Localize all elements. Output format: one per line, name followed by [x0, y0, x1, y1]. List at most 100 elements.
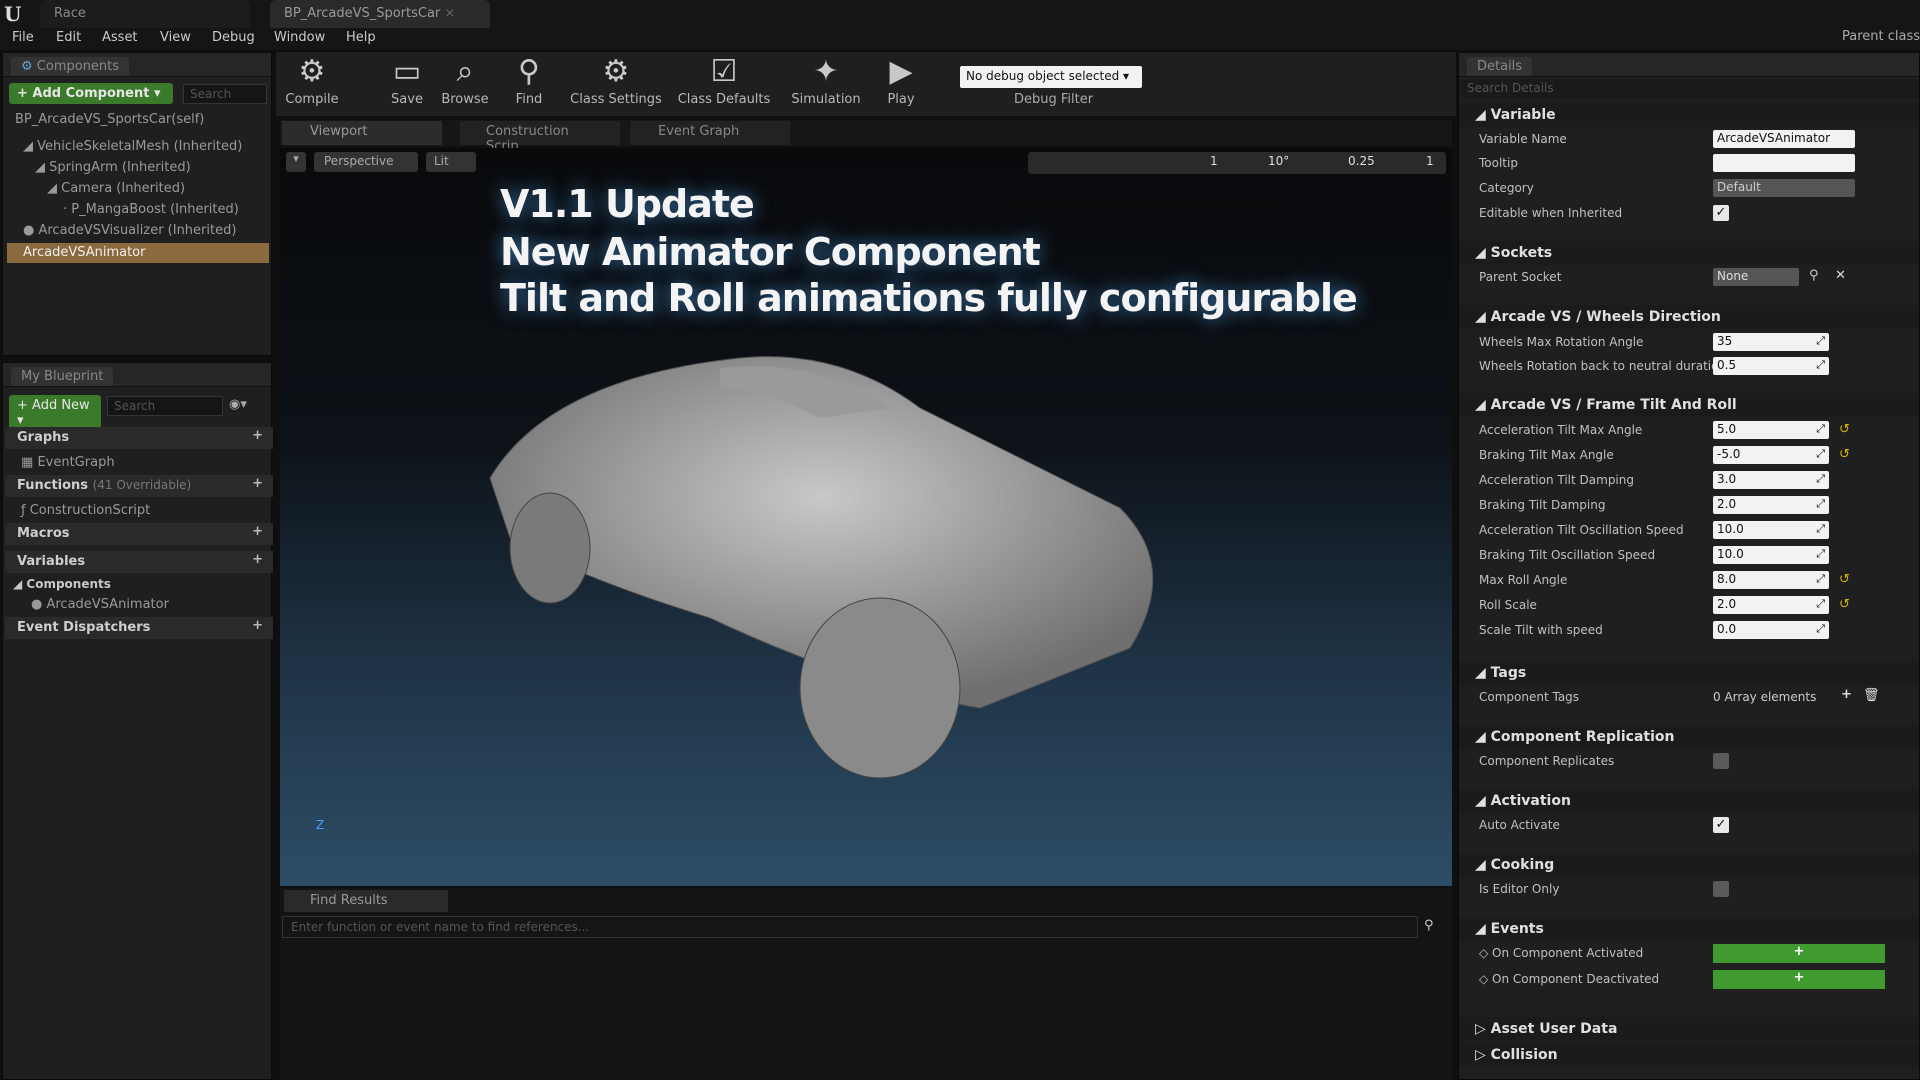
expand-arrow-icon[interactable]: ⤢	[1816, 622, 1825, 636]
menu-file[interactable]: File	[12, 30, 34, 45]
replicates-checkbox[interactable]	[1713, 753, 1729, 769]
trash-icon[interactable]: 🗑	[1863, 688, 1880, 703]
editor-only-checkbox[interactable]	[1713, 881, 1729, 897]
section-functions[interactable]: Functions (41 Overridable) +	[5, 475, 273, 497]
constructionscript-item[interactable]: ƒ ConstructionScript	[21, 503, 150, 518]
section-macros[interactable]: Macros +	[5, 523, 273, 545]
tilt-field[interactable]: 10.0 ⤢	[1713, 546, 1829, 564]
simulation-button[interactable]: ✦ Simulation	[786, 52, 866, 114]
section-tags[interactable]: ◢ Tags	[1459, 661, 1919, 685]
reset-icon[interactable]: ↺	[1839, 422, 1850, 437]
editable-checkbox[interactable]: ✓	[1713, 205, 1729, 221]
tree-item-vehicleskeletalmesh[interactable]: ◢ VehicleSkeletalMesh (Inherited)	[23, 139, 242, 154]
tree-item-visualizer[interactable]: ● ArcadeVSVisualizer (Inherited)	[23, 223, 236, 238]
expand-arrow-icon[interactable]: ⤢	[1816, 472, 1825, 486]
category-dropdown[interactable]: Default	[1713, 179, 1855, 197]
tilt-field[interactable]: 8.0 ⤢	[1713, 571, 1829, 589]
close-icon[interactable]: ×	[444, 6, 455, 21]
expand-arrow-icon[interactable]: ⤢	[1816, 422, 1825, 436]
variable-name-field[interactable]: ArcadeVSAnimator	[1713, 130, 1855, 148]
eventgraph-item[interactable]: ▦ EventGraph	[21, 455, 115, 470]
add-macro-icon[interactable]: +	[252, 524, 263, 539]
expand-arrow-icon[interactable]: ⤢	[1816, 447, 1825, 461]
class-defaults-button[interactable]: ☑ Class Defaults	[676, 52, 772, 114]
myblueprint-search-input[interactable]: Search	[107, 396, 223, 416]
tree-item-camera[interactable]: ◢ Camera (Inherited)	[47, 181, 185, 196]
section-variable[interactable]: ◢ Variable	[1459, 103, 1919, 127]
wheels-back-neutral-field[interactable]: 0.5 ⤢	[1713, 357, 1829, 375]
tree-item-mangaboost[interactable]: · P_MangaBoost (Inherited)	[63, 202, 239, 217]
tab-components[interactable]: ⚙ Components	[11, 57, 130, 76]
tab-details[interactable]: Details	[1467, 57, 1533, 76]
viewport[interactable]: ▾ Perspective Lit 1 10° 0.25 1 V1.1 Upda…	[280, 148, 1452, 886]
browse-button[interactable]: ⌕ Browse	[430, 52, 500, 114]
components-search-input[interactable]: Search	[183, 84, 267, 104]
tab-blueprint[interactable]: BP_ArcadeVS_SportsCar ×	[270, 0, 490, 28]
expand-arrow-icon[interactable]: ⤢	[1816, 497, 1825, 511]
add-dispatcher-icon[interactable]: +	[252, 618, 263, 633]
tab-race[interactable]: Race	[40, 0, 250, 28]
expand-arrow-icon[interactable]: ⤢	[1816, 597, 1825, 611]
section-graphs[interactable]: Graphs +	[5, 427, 273, 449]
tilt-field[interactable]: 3.0 ⤢	[1713, 471, 1829, 489]
section-cooking[interactable]: ◢ Cooking	[1459, 853, 1919, 877]
compile-button[interactable]: ⚙ Compile	[277, 52, 347, 114]
add-activated-event-button[interactable]: +	[1713, 944, 1885, 963]
section-replication[interactable]: ◢ Component Replication	[1459, 725, 1919, 749]
find-button[interactable]: ⚲ Find	[494, 52, 564, 114]
tree-item-springarm[interactable]: ◢ SpringArm (Inherited)	[35, 160, 191, 175]
parent-socket-field[interactable]: None	[1713, 268, 1799, 286]
section-activation[interactable]: ◢ Activation	[1459, 789, 1919, 813]
add-new-button[interactable]: + Add New ▾	[9, 395, 101, 431]
menu-window[interactable]: Window	[274, 30, 325, 45]
details-search-input[interactable]: Search Details	[1461, 79, 1919, 99]
menu-asset[interactable]: Asset	[102, 30, 138, 45]
section-variables[interactable]: Variables +	[5, 551, 273, 573]
tilt-field[interactable]: 10.0 ⤢	[1713, 521, 1829, 539]
add-variable-icon[interactable]: +	[252, 552, 263, 567]
tree-item-animator[interactable]: ArcadeVSAnimator	[7, 243, 269, 263]
binoculars-icon[interactable]: ⚲	[1424, 918, 1434, 933]
menu-edit[interactable]: Edit	[56, 30, 81, 45]
expand-arrow-icon[interactable]: ⤢	[1816, 358, 1825, 372]
expand-arrow-icon[interactable]: ⤢	[1816, 572, 1825, 586]
tree-self[interactable]: BP_ArcadeVS_SportsCar(self)	[15, 112, 204, 127]
add-graph-icon[interactable]: +	[252, 428, 263, 443]
expand-arrow-icon[interactable]: ⤢	[1816, 334, 1825, 348]
tab-construction-script[interactable]: Construction Scrip	[460, 121, 620, 154]
auto-activate-checkbox[interactable]: ✓	[1713, 817, 1729, 833]
wheels-max-rotation-field[interactable]: 35 ⤢	[1713, 333, 1829, 351]
section-event-dispatchers[interactable]: Event Dispatchers +	[5, 617, 273, 639]
play-button[interactable]: ▶ Play	[866, 52, 936, 114]
section-collision[interactable]: ▷ Collision	[1459, 1043, 1919, 1067]
unreal-logo-icon[interactable]: U	[4, 2, 28, 26]
tilt-field[interactable]: 2.0 ⤢	[1713, 596, 1829, 614]
menu-debug[interactable]: Debug	[212, 30, 255, 45]
find-results-input[interactable]: Enter function or event name to find ref…	[282, 916, 1418, 938]
components-category[interactable]: ◢ Components	[13, 577, 111, 591]
expand-arrow-icon[interactable]: ⤢	[1816, 522, 1825, 536]
section-wheels-direction[interactable]: ◢ Arcade VS / Wheels Direction	[1459, 305, 1919, 329]
add-component-button[interactable]: + Add Component ▾	[9, 83, 173, 104]
tab-find-results[interactable]: Find Results	[284, 890, 448, 912]
debug-object-select[interactable]: No debug object selected ▾	[960, 66, 1142, 88]
tab-viewport[interactable]: Viewport	[282, 121, 442, 145]
reset-icon[interactable]: ↺	[1839, 572, 1850, 587]
tilt-field[interactable]: 5.0 ⤢	[1713, 421, 1829, 439]
add-tag-icon[interactable]: +	[1841, 687, 1852, 702]
section-asset-user-data[interactable]: ▷ Asset User Data	[1459, 1017, 1919, 1041]
menu-view[interactable]: View	[160, 30, 191, 45]
tilt-field[interactable]: -5.0 ⤢	[1713, 446, 1829, 464]
class-settings-button[interactable]: ⚙ Class Settings	[570, 52, 662, 114]
reset-icon[interactable]: ↺	[1839, 597, 1850, 612]
section-events[interactable]: ◢ Events	[1459, 917, 1919, 941]
tooltip-field[interactable]	[1713, 154, 1855, 172]
section-sockets[interactable]: ◢ Sockets	[1459, 241, 1919, 265]
reset-icon[interactable]: ↺	[1839, 447, 1850, 462]
menu-help[interactable]: Help	[346, 30, 376, 45]
expand-arrow-icon[interactable]: ⤢	[1816, 547, 1825, 561]
tilt-field[interactable]: 2.0 ⤢	[1713, 496, 1829, 514]
animator-variable-item[interactable]: ● ArcadeVSAnimator	[31, 597, 169, 612]
add-function-icon[interactable]: +	[252, 476, 263, 491]
socket-search-icon[interactable]: ⚲	[1809, 268, 1819, 283]
